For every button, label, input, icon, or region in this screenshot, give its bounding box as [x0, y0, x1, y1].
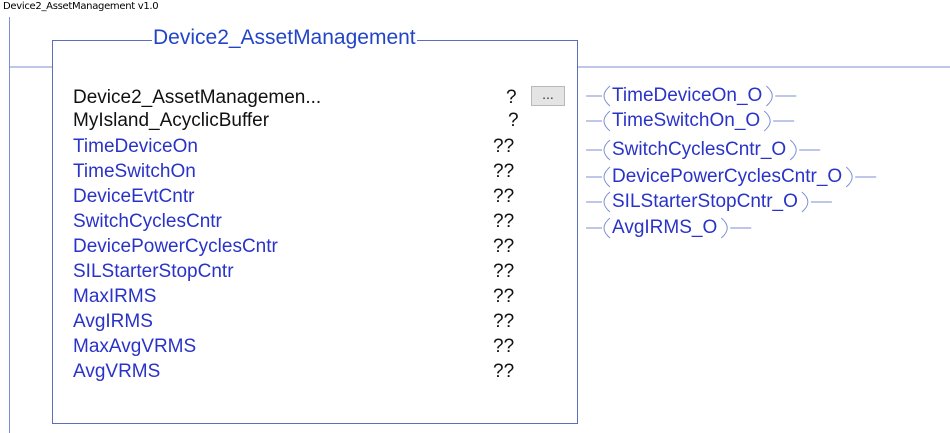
param-value[interactable]: ??: [493, 362, 514, 382]
param-name[interactable]: SwitchCyclesCntr: [73, 212, 222, 232]
block-title: Device2_AssetManagement: [152, 26, 417, 50]
coil-right-arc: [720, 217, 728, 239]
output-coil-label[interactable]: TimeSwitchOn_O: [612, 111, 760, 131]
param-value[interactable]: ??: [493, 337, 514, 357]
coil-left-arc: [603, 110, 611, 132]
param-value[interactable]: ??: [493, 212, 514, 232]
coil-right-arc: [845, 166, 853, 188]
coil-right-arc: [789, 139, 797, 161]
instance-browse-button[interactable]: ...: [531, 86, 565, 106]
param-value[interactable]: ??: [493, 187, 514, 207]
param-value[interactable]: ??: [493, 137, 514, 157]
param-name[interactable]: Device2_AssetManagemen...: [73, 88, 321, 108]
param-name[interactable]: AvgIRMS: [73, 312, 153, 332]
coil-left-arc: [603, 217, 611, 239]
param-value[interactable]: ??: [493, 262, 514, 282]
coil-left-arc: [603, 191, 611, 213]
param-value[interactable]: ?: [508, 111, 519, 131]
output-coil-label[interactable]: SwitchCyclesCntr_O: [612, 140, 786, 160]
param-name[interactable]: TimeSwitchOn: [73, 162, 196, 182]
param-value[interactable]: ??: [493, 312, 514, 332]
coil-right-arc: [801, 191, 809, 213]
coil-right-arc: [765, 85, 773, 107]
param-value[interactable]: ??: [493, 287, 514, 307]
coil-left-arc: [603, 85, 611, 107]
param-name[interactable]: MaxAvgVRMS: [73, 337, 196, 357]
param-name[interactable]: DevicePowerCyclesCntr: [73, 237, 278, 257]
param-value[interactable]: ??: [493, 237, 514, 257]
param-name[interactable]: MaxIRMS: [73, 287, 156, 307]
output-coil-label[interactable]: AvgIRMS_O: [612, 218, 717, 238]
param-value[interactable]: ??: [493, 162, 514, 182]
coil-left-arc: [603, 139, 611, 161]
output-coil-label[interactable]: DevicePowerCyclesCntr_O: [612, 167, 842, 187]
param-name[interactable]: DeviceEvtCntr: [73, 187, 194, 207]
coil-right-arc: [763, 110, 771, 132]
output-coil-label[interactable]: TimeDeviceOn_O: [612, 86, 762, 106]
param-name[interactable]: TimeDeviceOn: [73, 137, 198, 157]
output-coil-label[interactable]: SILStarterStopCntr_O: [612, 192, 798, 212]
param-value[interactable]: ?: [506, 88, 517, 108]
param-name[interactable]: MyIsland_AcyclicBuffer: [73, 111, 269, 131]
coil-left-arc: [603, 166, 611, 188]
param-name[interactable]: SILStarterStopCntr: [73, 262, 234, 282]
param-name[interactable]: AvgVRMS: [73, 362, 160, 382]
